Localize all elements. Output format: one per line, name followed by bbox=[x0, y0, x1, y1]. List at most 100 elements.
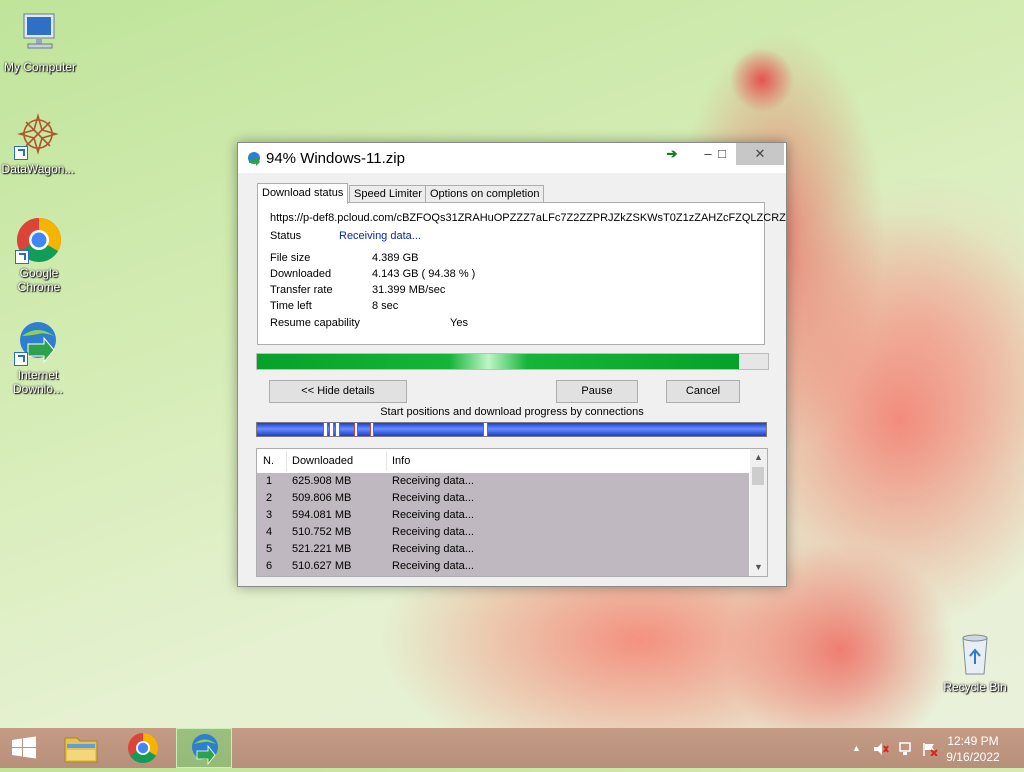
connection-marker bbox=[354, 423, 358, 436]
cell-info: Receiving data... bbox=[392, 509, 474, 521]
tab-speed-limiter[interactable]: Speed Limiter bbox=[349, 185, 427, 203]
clock-date[interactable]: 9/16/2022 bbox=[938, 750, 1008, 764]
resume-capability-value: Yes bbox=[450, 317, 468, 329]
volume-muted-icon[interactable] bbox=[873, 742, 889, 756]
downloaded-value: 4.143 GB ( 94.38 % ) bbox=[372, 268, 476, 280]
shortcut-arrow-icon bbox=[15, 250, 29, 264]
connection-marker bbox=[323, 423, 328, 436]
network-icon[interactable] bbox=[898, 742, 914, 756]
desktop-icon-recycle-bin[interactable]: Recycle Bin bbox=[935, 630, 1015, 694]
taskbar-idm[interactable] bbox=[176, 728, 232, 768]
column-header-info[interactable]: Info bbox=[392, 455, 410, 467]
desktop-icon-label: Google Chrome bbox=[17, 266, 61, 294]
desktop-icon-label: Recycle Bin bbox=[943, 680, 1007, 694]
cell-number: 1 bbox=[266, 475, 273, 487]
desktop-icon-label: Internet Downlo... bbox=[12, 368, 64, 396]
scroll-thumb[interactable] bbox=[752, 467, 764, 485]
file-explorer-icon bbox=[64, 737, 98, 763]
idm-icon bbox=[248, 152, 260, 166]
chrome-icon bbox=[128, 733, 159, 764]
table-row[interactable]: 1 625.908 MB Receiving data... bbox=[257, 473, 749, 490]
cell-info: Receiving data... bbox=[392, 475, 474, 487]
pause-button[interactable]: Pause bbox=[556, 380, 638, 403]
tab-download-status[interactable]: Download status bbox=[257, 183, 349, 204]
cell-downloaded: 509.806 MB bbox=[292, 492, 352, 504]
cell-downloaded: 510.752 MB bbox=[292, 526, 352, 538]
title-bar[interactable]: 94% Windows-11.zip ➔ – □ ✕ bbox=[238, 143, 786, 173]
download-url: https://p-def8.pcloud.com/cBZFOQs31ZRAHu… bbox=[270, 212, 786, 224]
column-divider[interactable] bbox=[386, 451, 387, 471]
column-header-number[interactable]: N. bbox=[263, 455, 274, 467]
resume-capability-label: Resume capability bbox=[270, 317, 360, 329]
file-size-value: 4.389 GB bbox=[372, 252, 419, 264]
table-row[interactable]: 5 521.221 MB Receiving data... bbox=[257, 541, 749, 558]
transfer-rate-label: Transfer rate bbox=[270, 284, 333, 296]
scroll-up-icon[interactable]: ▲ bbox=[750, 449, 767, 466]
connections-table[interactable]: N. Downloaded Info 1 625.908 MB Receivin… bbox=[256, 448, 768, 577]
cell-info: Receiving data... bbox=[392, 492, 474, 504]
connections-progress-bar bbox=[256, 422, 767, 437]
column-divider[interactable] bbox=[286, 451, 287, 471]
taskbar-chrome[interactable] bbox=[115, 728, 171, 768]
file-size-label: File size bbox=[270, 252, 311, 264]
desktop-icon-datawagon[interactable]: DataWagon... bbox=[0, 112, 78, 176]
desktop-icon-my-computer[interactable]: My Computer bbox=[0, 10, 80, 74]
window-title: 94% Windows-11.zip bbox=[266, 150, 405, 167]
desktop-icon-internet-download-manager[interactable]: Internet Downlo... bbox=[0, 318, 78, 396]
table-row[interactable]: 6 510.627 MB Receiving data... bbox=[257, 558, 749, 575]
maximize-button[interactable]: □ bbox=[706, 143, 738, 165]
connections-table-body: 1 625.908 MB Receiving data... 2 509.806… bbox=[257, 473, 749, 576]
taskbar-file-explorer[interactable] bbox=[53, 728, 109, 768]
start-button[interactable] bbox=[0, 728, 48, 768]
recycle-bin-icon bbox=[951, 630, 999, 678]
cell-info: Receiving data... bbox=[392, 543, 474, 555]
status-row: Status Receiving data... bbox=[270, 230, 421, 242]
download-progress-fill bbox=[257, 354, 740, 369]
time-left-value: 8 sec bbox=[372, 300, 399, 312]
shortcut-arrow-icon bbox=[14, 352, 28, 366]
tab-options-on-completion[interactable]: Options on completion bbox=[425, 185, 545, 203]
detail-row: Transfer rate 31.399 MB/sec bbox=[270, 284, 445, 296]
connection-marker bbox=[483, 423, 488, 436]
detail-row: Time left 8 sec bbox=[270, 300, 398, 312]
column-header-downloaded[interactable]: Downloaded bbox=[292, 455, 353, 467]
status-value: Receiving data... bbox=[339, 230, 421, 242]
table-row[interactable]: 4 510.752 MB Receiving data... bbox=[257, 524, 749, 541]
minimize-to-tray-icon[interactable]: ➔ bbox=[656, 143, 688, 165]
download-progress-bar bbox=[256, 353, 769, 370]
chrome-icon bbox=[15, 216, 63, 264]
show-hidden-icons-icon[interactable]: ▲ bbox=[852, 743, 868, 757]
hide-details-button[interactable]: << Hide details bbox=[269, 380, 407, 403]
time-left-label: Time left bbox=[270, 300, 312, 312]
desktop-icon-label: DataWagon... bbox=[1, 162, 75, 176]
download-status-panel: https://p-def8.pcloud.com/cBZFOQs31ZRAHu… bbox=[257, 202, 786, 345]
close-button[interactable]: ✕ bbox=[736, 143, 784, 165]
cancel-button[interactable]: Cancel bbox=[666, 380, 740, 403]
desktop-icon-google-chrome[interactable]: Google Chrome bbox=[0, 216, 79, 294]
scroll-down-icon[interactable]: ▼ bbox=[750, 559, 767, 576]
taskbar: ▲ 12:49 PM 9/16/2022 bbox=[0, 728, 1024, 768]
cell-downloaded: 625.908 MB bbox=[292, 475, 352, 487]
cell-info: Receiving data... bbox=[392, 560, 474, 572]
transfer-rate-value: 31.399 MB/sec bbox=[372, 284, 446, 296]
desktop-icon-label: My Computer bbox=[3, 60, 77, 74]
cell-number: 5 bbox=[266, 543, 273, 555]
connections-table-header: N. Downloaded Info bbox=[257, 449, 749, 474]
connection-marker bbox=[329, 423, 334, 436]
clock-time[interactable]: 12:49 PM bbox=[938, 734, 1008, 748]
shortcut-arrow-icon bbox=[14, 146, 28, 160]
vertical-scrollbar[interactable]: ▲ ▼ bbox=[750, 449, 767, 576]
connection-marker bbox=[370, 423, 374, 436]
cell-downloaded: 510.627 MB bbox=[292, 560, 352, 572]
connections-caption: Start positions and download progress by… bbox=[380, 406, 644, 418]
table-row[interactable]: 3 594.081 MB Receiving data... bbox=[257, 507, 749, 524]
action-center-flag-icon[interactable] bbox=[922, 742, 938, 756]
connection-marker bbox=[335, 423, 340, 436]
cell-number: 2 bbox=[266, 492, 273, 504]
detail-row: File size 4.389 GB bbox=[270, 252, 418, 264]
detail-row: Downloaded 4.143 GB ( 94.38 % ) bbox=[270, 268, 475, 280]
cell-number: 4 bbox=[266, 526, 273, 538]
window-body: Download status Speed Limiter Options on… bbox=[238, 173, 786, 586]
computer-icon bbox=[16, 10, 64, 58]
table-row[interactable]: 2 509.806 MB Receiving data... bbox=[257, 490, 749, 507]
